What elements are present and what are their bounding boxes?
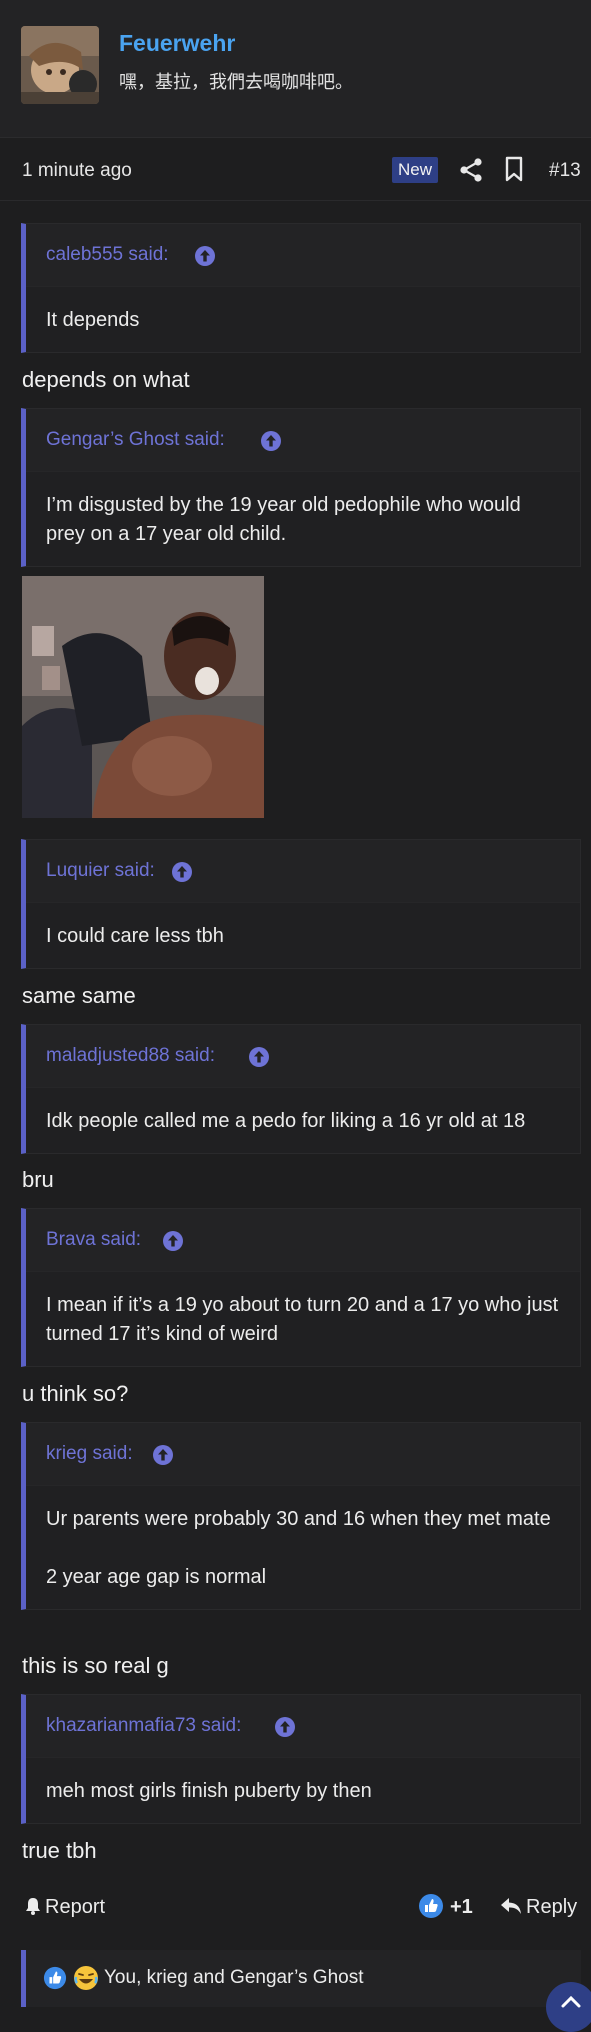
username[interactable]: Feuerwehr [119,30,235,57]
quote-header[interactable]: maladjusted88 said: [26,1025,580,1088]
quote-author[interactable]: maladjusted88 said: [46,1045,215,1067]
quote-body: It depends [26,287,580,352]
quote-header[interactable]: Brava said: [26,1209,580,1272]
gif-image-graphic [22,576,264,818]
bell-icon [26,1898,40,1915]
quote-block: Gengar’s Ghost said: I’m disgusted by th… [21,408,581,567]
quote-body: meh most girls finish puberty by then [26,1758,580,1823]
report-label: Report [45,1896,106,1918]
quote-text: It depends [46,309,140,331]
quote-block: Brava said: I mean if it’s a 19 yo about… [21,1208,581,1367]
post-header: Feuerwehr 嘿，基拉，我們去喝咖啡吧。 [0,0,591,138]
like-icon [419,1894,443,1918]
quote-text: Idk people called me a pedo for liking a… [46,1110,526,1132]
reactions-text[interactable]: You, krieg and Gengar’s Ghost [104,1967,364,1989]
quote-author[interactable]: krieg said: [46,1443,133,1465]
quote-text: 2 year age gap is normal [46,1566,267,1588]
arrow-up-circle-icon[interactable] [152,1444,174,1466]
reply-arrow-icon [501,1898,521,1914]
reply-text: same same [22,983,136,1008]
arrow-up-circle-icon[interactable] [171,861,193,883]
share-icon[interactable] [458,157,484,183]
quote-body: Idk people called me a pedo for liking a… [26,1088,580,1153]
user-title: 嘿，基拉，我們去喝咖啡吧。 [119,72,353,93]
quote-body: I could care less tbh [26,903,580,968]
quote-author[interactable]: khazarianmafia73 said: [46,1715,241,1737]
reply-text: this is so real g [22,1653,169,1678]
quote-header[interactable]: khazarianmafia73 said: [26,1695,580,1758]
reaction-gif-image[interactable] [22,576,264,818]
quote-header[interactable]: Luquier said: [26,840,580,903]
reactions-bar[interactable]: You, krieg and Gengar’s Ghost [21,1950,581,2007]
post-meta: 1 minute ago New #13 [0,137,591,201]
quote-text: I could care less tbh [46,925,224,947]
reply-label: Reply [526,1896,578,1918]
reply-text: true tbh [22,1838,97,1863]
reply-text: depends on what [22,367,190,392]
arrow-up-circle-icon[interactable] [194,245,216,267]
quote-author[interactable]: caleb555 said: [46,244,169,266]
reply-text: u think so? [22,1381,129,1406]
avatar-image [21,26,99,104]
chevron-up-icon [561,1995,581,2008]
new-badge: New [392,157,439,183]
avatar[interactable] [21,26,99,104]
bookmark-icon[interactable] [503,156,525,182]
quote-block: Luquier said: I could care less tbh [21,839,581,969]
quote-body: I mean if it’s a 19 yo about to turn 20 … [26,1272,580,1366]
quote-block: khazarianmafia73 said: meh most girls fi… [21,1694,581,1824]
arrow-up-circle-icon[interactable] [162,1230,184,1252]
quote-header[interactable]: caleb555 said: [26,224,580,287]
quote-header[interactable]: Gengar’s Ghost said: [26,409,580,472]
quote-block: caleb555 said: It depends [21,223,581,353]
arrow-up-circle-icon[interactable] [248,1046,270,1068]
quote-text: I mean if it’s a 19 yo about to turn 20 … [46,1294,559,1345]
post-number[interactable]: #13 [549,160,581,182]
like-count-value: +1 [450,1896,473,1918]
arrow-up-circle-icon[interactable] [274,1716,296,1738]
like-reaction-icon [43,1966,67,1990]
quote-block: maladjusted88 said: Idk people called me… [21,1024,581,1154]
quote-author[interactable]: Gengar’s Ghost said: [46,429,225,451]
quote-text: meh most girls finish puberty by then [46,1780,372,1802]
reply-text: bru [22,1167,54,1192]
quote-body: Ur parents were probably 30 and 16 when … [26,1486,580,1609]
quote-text: Ur parents were probably 30 and 16 when … [46,1508,551,1530]
post-timestamp[interactable]: 1 minute ago [22,160,132,182]
quote-header[interactable]: krieg said: [26,1423,580,1486]
scroll-to-top-button[interactable] [546,1982,591,2032]
quote-text: I’m disgusted by the 19 year old pedophi… [46,494,521,545]
like-count[interactable]: +1 [418,1893,473,1925]
report-button[interactable]: Report [25,1896,105,1919]
quote-author[interactable]: Brava said: [46,1229,141,1251]
reply-button[interactable]: Reply [500,1896,577,1919]
post-actions: Report +1 Reply [0,1880,591,1938]
quote-block: krieg said: Ur parents were probably 30 … [21,1422,581,1610]
laugh-reaction-icon [74,1966,98,1990]
quote-author[interactable]: Luquier said: [46,860,155,882]
arrow-up-circle-icon[interactable] [260,430,282,452]
quote-body: I’m disgusted by the 19 year old pedophi… [26,472,580,566]
